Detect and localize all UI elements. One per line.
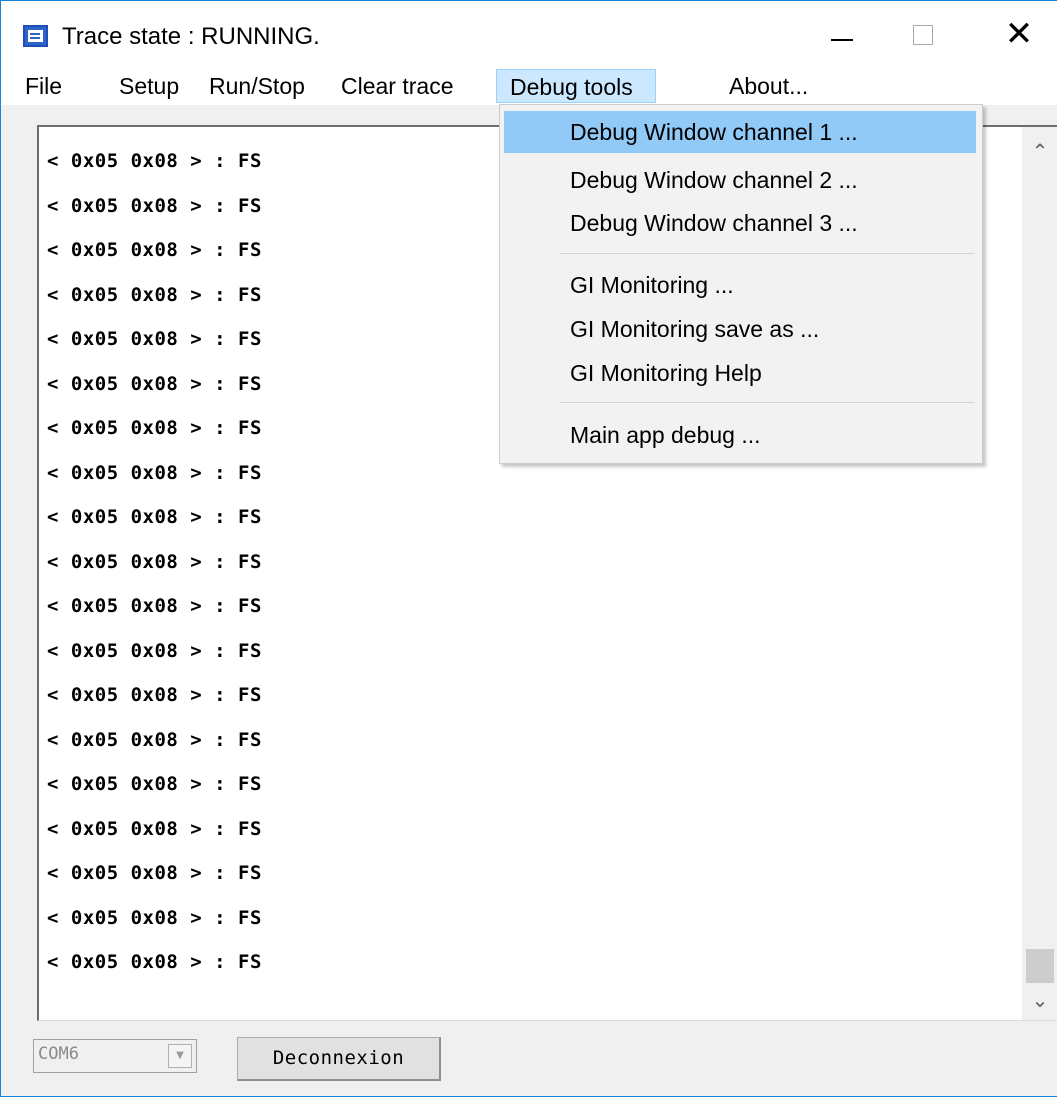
trace-line: < 0x05 0x08 > : FS xyxy=(47,461,262,484)
trace-line: < 0x05 0x08 > : FS xyxy=(47,194,262,217)
menu-item-gi-monitoring[interactable]: GI Monitoring ... xyxy=(504,264,976,306)
window-title: Trace state : RUNNING. xyxy=(62,23,320,50)
trace-line: < 0x05 0x08 > : FS xyxy=(47,372,262,395)
close-button[interactable]: ✕ xyxy=(994,15,1044,55)
trace-line: < 0x05 0x08 > : FS xyxy=(47,150,262,172)
maximize-button[interactable] xyxy=(899,15,949,55)
port-select-value: COM6 xyxy=(38,1044,79,1064)
menu-run-stop[interactable]: Run/Stop xyxy=(199,69,315,103)
menu-item-debug-window-3[interactable]: Debug Window channel 3 ... xyxy=(504,202,976,244)
trace-line: < 0x05 0x08 > : FS xyxy=(47,283,262,306)
vertical-scrollbar[interactable]: ⌃ ⌄ xyxy=(1022,127,1057,1020)
menu-item-debug-window-2[interactable]: Debug Window channel 2 ... xyxy=(504,159,976,201)
menu-debug-tools[interactable]: Debug tools xyxy=(496,69,656,103)
menu-file[interactable]: File xyxy=(15,69,72,103)
menu-item-gi-monitoring-help[interactable]: GI Monitoring Help xyxy=(504,352,976,394)
menu-setup[interactable]: Setup xyxy=(109,69,189,103)
chevron-up-icon[interactable]: ⌃ xyxy=(1022,133,1057,169)
app-icon xyxy=(23,25,48,47)
menu-clear-trace[interactable]: Clear trace xyxy=(331,69,463,103)
trace-line: < 0x05 0x08 > : FS xyxy=(47,639,262,662)
menu-separator xyxy=(560,253,974,254)
chevron-down-icon[interactable]: ⌄ xyxy=(1022,982,1057,1018)
trace-line: < 0x05 0x08 > : FS xyxy=(47,239,262,261)
trace-line: < 0x05 0x08 > : FS xyxy=(47,728,262,751)
menu-item-main-app-debug[interactable]: Main app debug ... xyxy=(504,414,976,456)
trace-line: < 0x05 0x08 > : FS xyxy=(47,506,262,528)
title-bar[interactable]: Trace state : RUNNING. ✕ xyxy=(1,1,1057,65)
trace-line: < 0x05 0x08 > : FS xyxy=(47,595,262,617)
trace-line: < 0x05 0x08 > : FS xyxy=(47,328,262,350)
scroll-thumb[interactable] xyxy=(1026,949,1054,983)
menu-separator xyxy=(560,402,974,403)
menu-bar: File Setup Run/Stop Clear trace Debug to… xyxy=(1,65,1057,105)
deconnexion-button[interactable]: Deconnexion xyxy=(237,1037,441,1081)
debug-tools-menu: Debug Window channel 1 ... Debug Window … xyxy=(499,104,983,464)
minimize-button[interactable] xyxy=(815,15,865,55)
trace-line: < 0x05 0x08 > : FS xyxy=(47,951,262,973)
trace-line: < 0x05 0x08 > : FS xyxy=(47,906,262,929)
trace-line: < 0x05 0x08 > : FS xyxy=(47,550,262,573)
menu-item-debug-window-1[interactable]: Debug Window channel 1 ... xyxy=(504,111,976,153)
maximize-icon xyxy=(913,25,933,45)
menu-about[interactable]: About... xyxy=(719,69,818,103)
chevron-down-icon[interactable]: ▼ xyxy=(168,1044,192,1068)
port-select[interactable]: COM6 ▼ xyxy=(33,1039,197,1073)
trace-line: < 0x05 0x08 > : FS xyxy=(47,817,262,840)
app-window: Trace state : RUNNING. ✕ File Setup Run/… xyxy=(0,0,1057,1097)
menu-item-gi-monitoring-save-as[interactable]: GI Monitoring save as ... xyxy=(504,308,976,350)
minimize-icon xyxy=(831,39,853,41)
trace-line: < 0x05 0x08 > : FS xyxy=(47,417,262,439)
trace-lines: < 0x05 0x08 > : FS < 0x05 0x08 > : FS < 0x… xyxy=(47,145,262,991)
trace-line: < 0x05 0x08 > : FS xyxy=(47,773,262,795)
trace-line: < 0x05 0x08 > : FS xyxy=(47,684,262,706)
close-icon: ✕ xyxy=(1004,14,1034,54)
trace-line: < 0x05 0x08 > : FS xyxy=(47,862,262,884)
